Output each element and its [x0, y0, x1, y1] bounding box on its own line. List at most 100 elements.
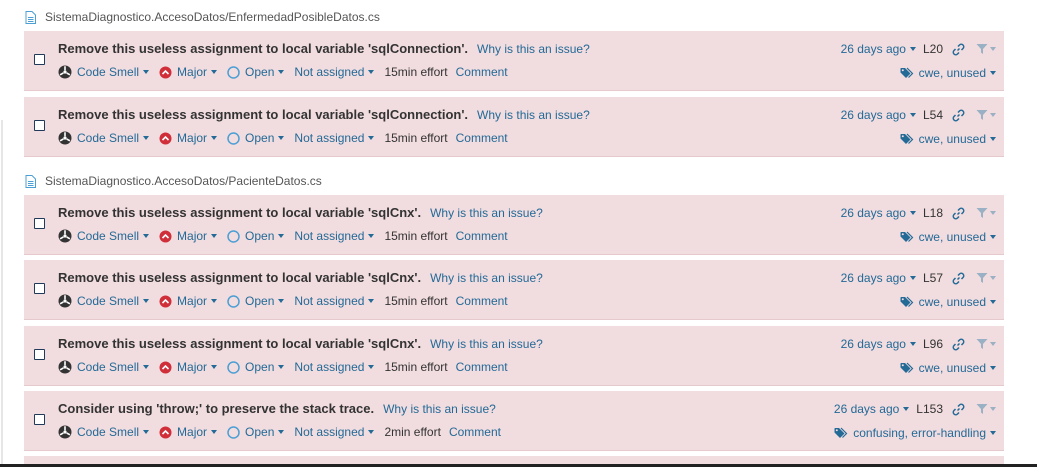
- assignee-dropdown[interactable]: Not assigned: [294, 294, 375, 308]
- major-severity-icon: [159, 230, 172, 243]
- severity-dropdown[interactable]: Major: [159, 131, 218, 145]
- why-link[interactable]: Why is this an issue?: [477, 108, 590, 122]
- tags-dropdown[interactable]: confusing, error-handling: [834, 426, 996, 440]
- issue-message[interactable]: Remove this useless assignment to local …: [58, 205, 421, 220]
- severity-dropdown[interactable]: Major: [159, 294, 218, 308]
- open-status-icon: [227, 65, 240, 79]
- link-icon[interactable]: [952, 338, 965, 351]
- why-link[interactable]: Why is this an issue?: [477, 42, 590, 56]
- issue-row[interactable]: Remove this useless assignment to local …: [24, 326, 1004, 386]
- issue-checkbox[interactable]: [34, 120, 45, 131]
- code-smell-icon: [58, 360, 72, 374]
- type-dropdown[interactable]: Code Smell: [58, 131, 150, 145]
- major-severity-icon: [159, 132, 172, 145]
- line-number[interactable]: L153: [916, 402, 943, 416]
- filter-icon[interactable]: [976, 109, 996, 121]
- issue-checkbox[interactable]: [34, 414, 45, 425]
- issue-message[interactable]: Remove this useless assignment to local …: [58, 41, 468, 56]
- assignee-dropdown[interactable]: Not assigned: [294, 65, 375, 79]
- link-icon[interactable]: [952, 43, 965, 56]
- why-link[interactable]: Why is this an issue?: [383, 402, 496, 416]
- file-path[interactable]: SistemaDiagnostico.AccesoDatos/PacienteD…: [45, 174, 322, 188]
- line-number[interactable]: L18: [923, 206, 943, 220]
- date-dropdown[interactable]: 26 days ago: [841, 108, 916, 122]
- issue-row[interactable]: Remove this useless assignment to local …: [24, 260, 1004, 320]
- line-number[interactable]: L96: [923, 337, 943, 351]
- type-dropdown[interactable]: Code Smell: [58, 65, 150, 79]
- line-number[interactable]: L57: [923, 271, 943, 285]
- date-dropdown[interactable]: 26 days ago: [841, 42, 916, 56]
- assignee-dropdown[interactable]: Not assigned: [294, 425, 375, 439]
- type-dropdown[interactable]: Code Smell: [58, 425, 150, 439]
- tags-dropdown[interactable]: cwe, unused: [900, 230, 996, 244]
- filter-icon[interactable]: [976, 403, 996, 415]
- line-number[interactable]: L20: [923, 42, 943, 56]
- issue-row[interactable]: Consider using 'throw;' to preserve the …: [24, 391, 1004, 451]
- comment-link[interactable]: Comment: [456, 229, 508, 243]
- date-label: 26 days ago: [833, 402, 900, 416]
- issue-message[interactable]: Remove this useless assignment to local …: [58, 336, 421, 351]
- comment-link[interactable]: Comment: [456, 131, 508, 145]
- line-number[interactable]: L54: [923, 108, 943, 122]
- filter-icon[interactable]: [976, 272, 996, 284]
- chevron-down-icon: [990, 235, 996, 239]
- tags-dropdown[interactable]: cwe, unused: [900, 66, 996, 80]
- chevron-down-icon: [211, 234, 218, 238]
- type-dropdown[interactable]: Code Smell: [58, 360, 150, 374]
- chevron-down-icon: [278, 234, 285, 238]
- date-dropdown[interactable]: 26 days ago: [841, 206, 916, 220]
- open-status-icon: [227, 425, 240, 439]
- type-dropdown[interactable]: Code Smell: [58, 229, 150, 243]
- issue-message[interactable]: Remove this useless assignment to local …: [58, 270, 421, 285]
- why-link[interactable]: Why is this an issue?: [430, 271, 543, 285]
- date-dropdown[interactable]: 26 days ago: [833, 402, 910, 416]
- why-link[interactable]: Why is this an issue?: [430, 337, 543, 351]
- chevron-down-icon: [368, 234, 375, 238]
- tags-dropdown[interactable]: cwe, unused: [900, 361, 996, 375]
- severity-dropdown[interactable]: Major: [159, 229, 218, 243]
- link-icon[interactable]: [952, 272, 965, 285]
- issue-checkbox[interactable]: [34, 283, 45, 294]
- issue-row[interactable]: Remove this useless assignment to local …: [24, 31, 1004, 91]
- status-dropdown[interactable]: Open: [227, 425, 285, 439]
- status-dropdown[interactable]: Open: [227, 294, 285, 308]
- tags-dropdown[interactable]: cwe, unused: [900, 295, 996, 309]
- comment-link[interactable]: Comment: [456, 294, 508, 308]
- issue-checkbox[interactable]: [34, 218, 45, 229]
- severity-dropdown[interactable]: Major: [159, 360, 218, 374]
- status-dropdown[interactable]: Open: [227, 229, 285, 243]
- comment-link[interactable]: Comment: [449, 425, 501, 439]
- issue-row[interactable]: Remove this useless assignment to local …: [24, 97, 1004, 157]
- comment-link[interactable]: Comment: [456, 360, 508, 374]
- date-dropdown[interactable]: 26 days ago: [841, 271, 916, 285]
- tag-icon: [900, 133, 914, 145]
- chevron-down-icon: [990, 431, 996, 435]
- filter-icon[interactable]: [976, 338, 996, 350]
- issue-message[interactable]: Remove this useless assignment to local …: [58, 107, 468, 122]
- status-label: Open: [245, 229, 275, 243]
- filter-icon[interactable]: [976, 43, 996, 55]
- issue-checkbox[interactable]: [34, 54, 45, 65]
- link-icon[interactable]: [952, 207, 965, 220]
- type-dropdown[interactable]: Code Smell: [58, 294, 150, 308]
- issue-message[interactable]: Consider using 'throw;' to preserve the …: [58, 401, 374, 416]
- file-path[interactable]: SistemaDiagnostico.AccesoDatos/Enfermeda…: [45, 10, 380, 24]
- filter-icon[interactable]: [976, 207, 996, 219]
- severity-dropdown[interactable]: Major: [159, 425, 218, 439]
- status-dropdown[interactable]: Open: [227, 360, 285, 374]
- assignee-dropdown[interactable]: Not assigned: [294, 229, 375, 243]
- link-icon[interactable]: [952, 403, 965, 416]
- status-dropdown[interactable]: Open: [227, 131, 285, 145]
- assignee-dropdown[interactable]: Not assigned: [294, 360, 375, 374]
- tags-dropdown[interactable]: cwe, unused: [900, 132, 996, 146]
- issue-row[interactable]: Remove this useless assignment to local …: [24, 195, 1004, 255]
- date-dropdown[interactable]: 26 days ago: [841, 337, 916, 351]
- assignee-dropdown[interactable]: Not assigned: [294, 131, 375, 145]
- status-dropdown[interactable]: Open: [227, 65, 285, 79]
- why-link[interactable]: Why is this an issue?: [430, 206, 543, 220]
- issue-checkbox[interactable]: [34, 349, 45, 360]
- link-icon[interactable]: [952, 109, 965, 122]
- comment-link[interactable]: Comment: [456, 65, 508, 79]
- chevron-down-icon: [990, 300, 996, 304]
- severity-dropdown[interactable]: Major: [159, 65, 218, 79]
